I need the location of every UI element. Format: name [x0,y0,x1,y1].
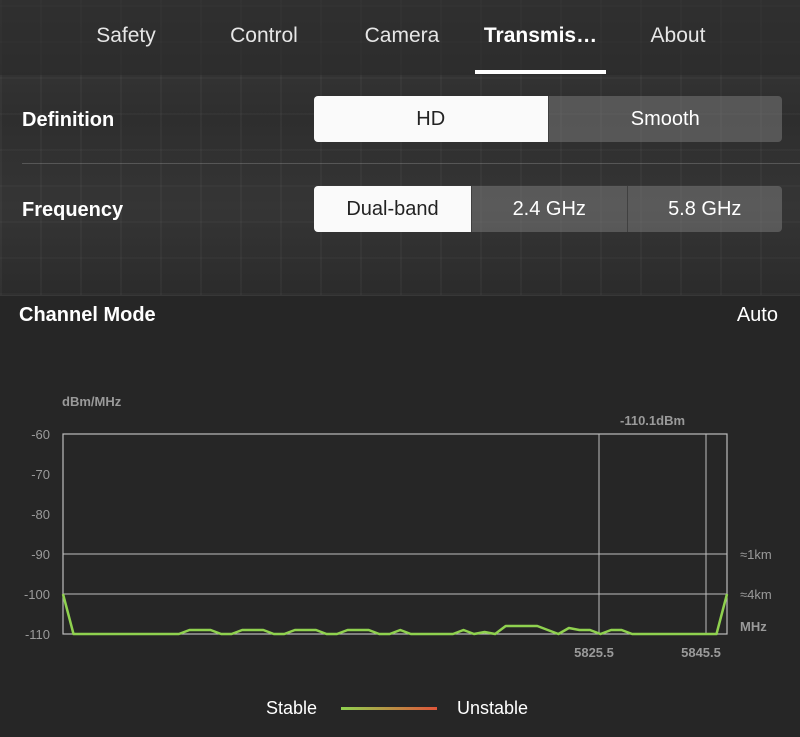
channel-spectrum-chart: dBm/MHz -110.1dBm MHz -60 -70 -80 -90 -100 -1… [24,394,772,660]
active-tab-indicator [475,70,606,74]
definition-option-smooth[interactable]: Smooth [547,96,783,142]
tab-transmission[interactable]: Transmis… [475,24,606,54]
definition-selector: HD Smooth [314,96,782,142]
y-tick-label: -110 [25,627,50,642]
y-tick-label: -90 [31,547,50,562]
frequency-option-dual-band[interactable]: Dual-band [314,186,471,232]
tab-about[interactable]: About [628,24,728,54]
x-tick-label: 5845.5 [681,645,721,660]
frequency-option-2-4ghz[interactable]: 2.4 GHz [471,186,627,232]
channel-mode-value[interactable]: Auto [737,304,778,327]
distance-marker-label: ≈4km [740,587,772,602]
legend-unstable-label: Unstable [457,698,529,718]
definition-label: Definition [22,109,115,131]
y-axis-unit-label: dBm/MHz [62,394,122,409]
y-tick-label: -100 [24,587,50,602]
frequency-selector: Dual-band 2.4 GHz 5.8 GHz [314,186,782,232]
cursor-value-label: -110.1dBm [620,413,685,428]
y-tick-label: -70 [31,467,50,482]
plot-frame [62,433,728,635]
distance-marker-label: ≈1km [740,547,772,562]
tab-control[interactable]: Control [214,24,314,54]
y-tick-label: -80 [31,507,50,522]
tab-safety[interactable]: Safety [76,24,176,54]
y-tick-label: -60 [31,427,50,442]
legend-stable-label: Stable [266,698,318,718]
frequency-label: Frequency [22,199,124,221]
row-divider [22,163,800,164]
legend-gradient-bar [341,707,437,710]
channel-mode-label: Channel Mode [19,304,156,326]
spectrum-line [61,593,729,636]
settings-tab-bar: Safety Control Camera Transmis… About [0,0,800,75]
frequency-option-5-8ghz[interactable]: 5.8 GHz [626,186,783,232]
x-axis-unit-label: MHz [740,619,767,634]
tab-camera[interactable]: Camera [352,24,452,54]
channel-mode-row[interactable]: Channel Mode Auto [0,295,800,335]
x-tick-label: 5825.5 [574,645,614,660]
definition-option-hd[interactable]: HD [314,96,548,142]
chart-legend: Stable Unstable [0,697,800,721]
